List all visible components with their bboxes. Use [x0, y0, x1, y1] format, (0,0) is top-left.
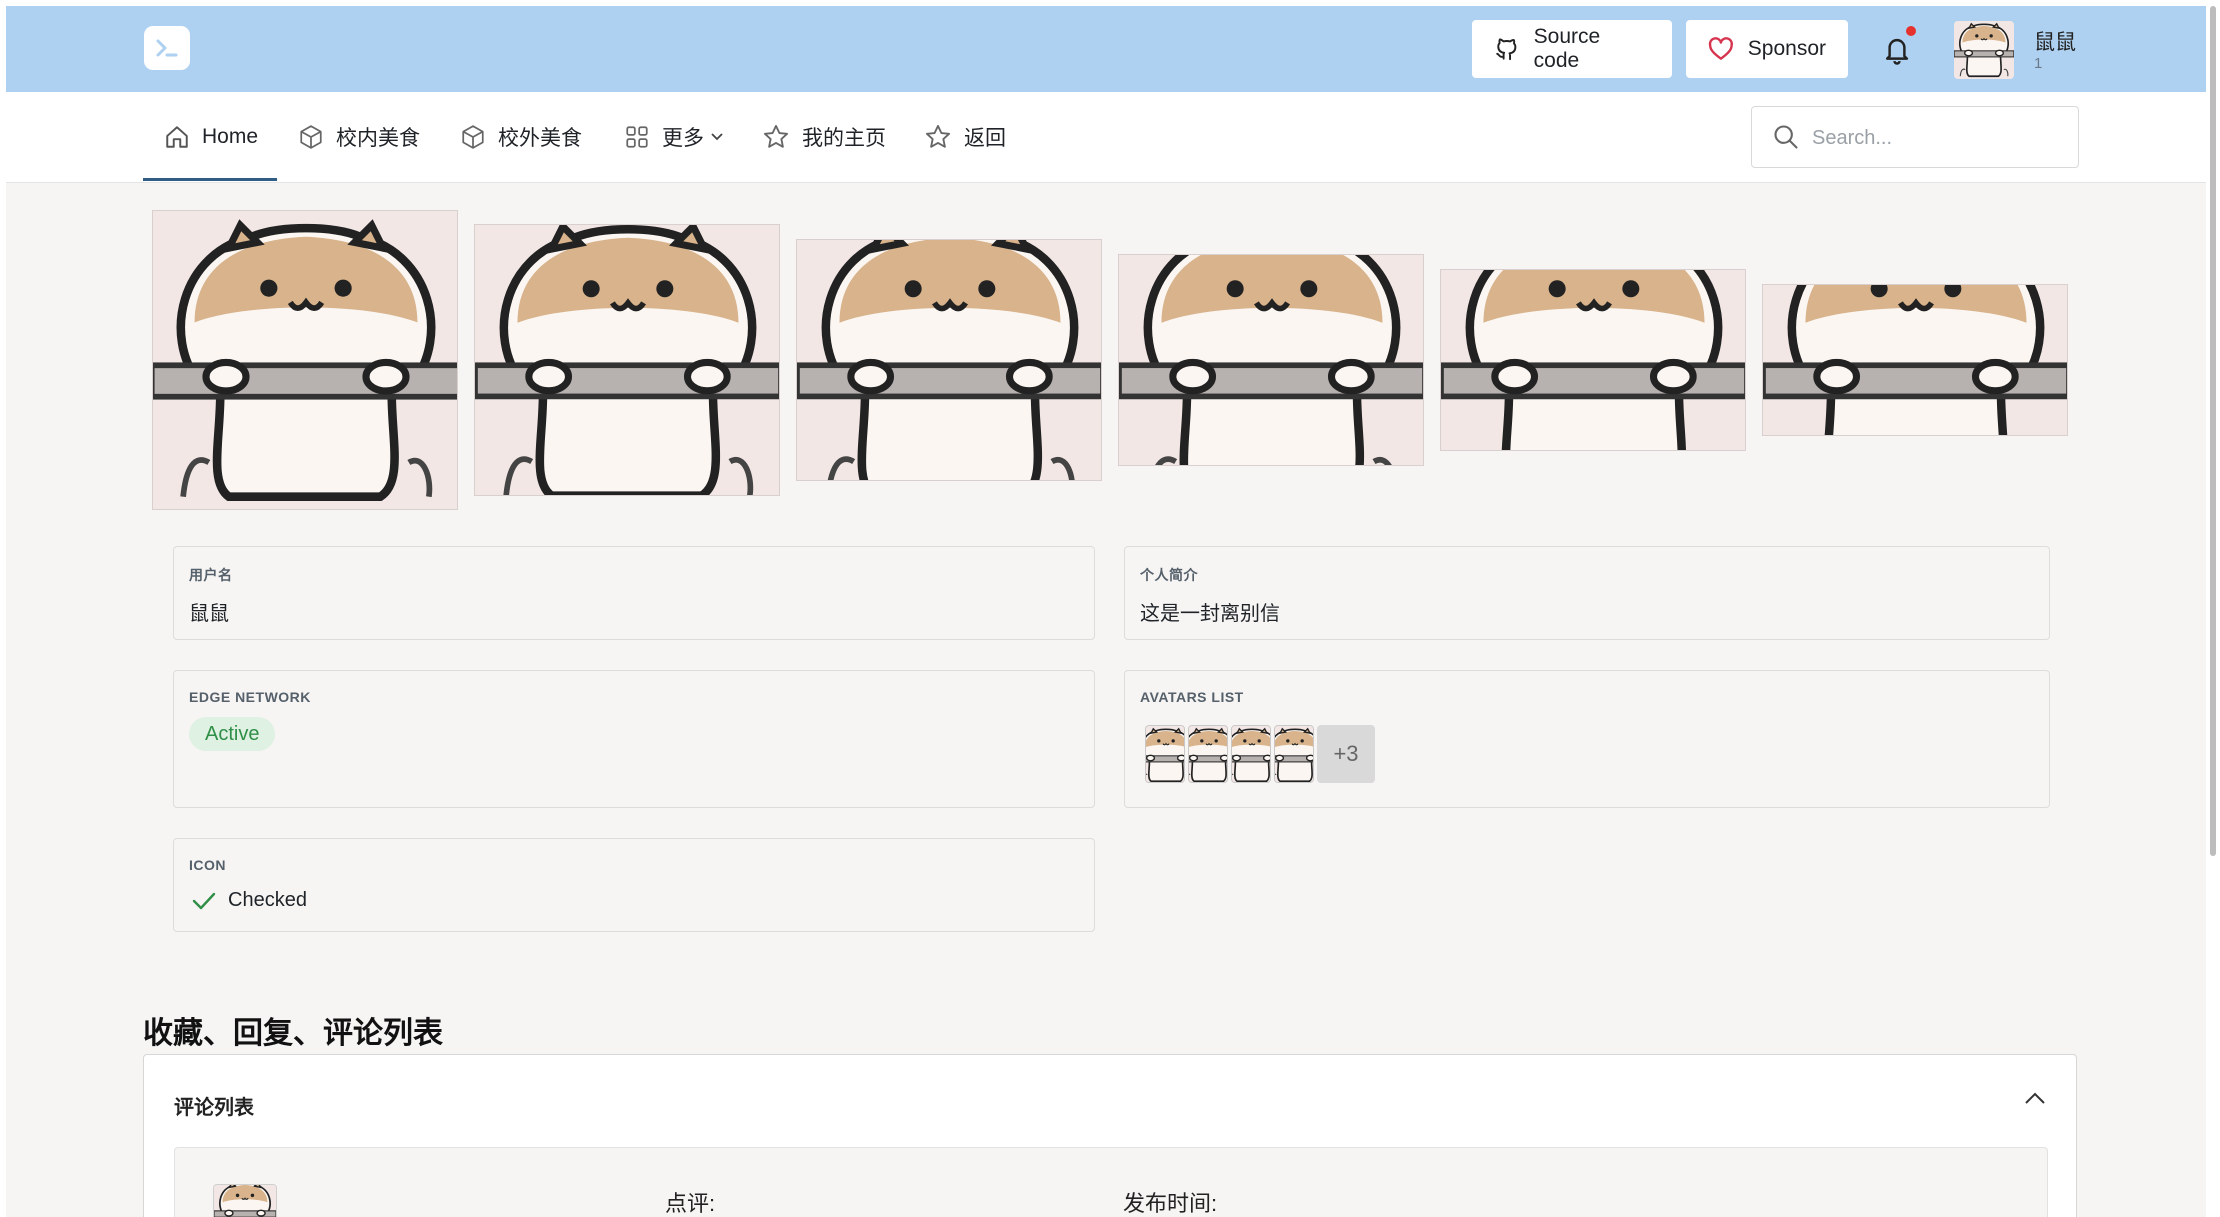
bio-value: 这是一封离别信	[1140, 603, 1280, 625]
nav-item-label: 校内美食	[336, 127, 420, 150]
nav-item-label: 更多	[662, 127, 704, 150]
publish-time-label: 发布时间:	[1123, 1191, 1218, 1216]
nav-item-label: Home	[202, 125, 259, 148]
more-avatars-badge[interactable]: +3	[1317, 725, 1375, 783]
top-header: Source code Sponsor 鼠鼠 1	[6, 6, 2206, 92]
avatars-list-card: AVATARS LIST +3	[1124, 670, 2050, 808]
search-input[interactable]	[1810, 120, 2064, 156]
user-name: 鼠鼠	[2034, 31, 2076, 54]
user-sub-label: 1	[2034, 55, 2043, 72]
notification-dot	[1906, 26, 1916, 36]
source-code-button[interactable]: Source code	[1472, 20, 1672, 78]
chevron-down-icon	[711, 133, 723, 141]
edge-network-card: EDGE NETWORK Active	[173, 670, 1095, 808]
home-icon	[166, 126, 188, 148]
avatar[interactable]	[1274, 725, 1314, 783]
checked-label: Checked	[228, 889, 307, 911]
avatar[interactable]	[213, 1184, 277, 1217]
status-badge: Active	[189, 717, 276, 751]
nav-item-label: 我的主页	[802, 127, 886, 150]
icon-card: ICON Checked	[173, 838, 1095, 932]
bio-label: 个人简介	[1140, 567, 1198, 583]
gallery-image[interactable]	[1762, 284, 2068, 436]
search-box[interactable]	[1751, 106, 2079, 168]
avatar[interactable]	[1145, 725, 1185, 783]
username-card: 用户名 鼠鼠	[173, 546, 1095, 640]
search-icon	[1774, 125, 1798, 149]
gallery-image[interactable]	[152, 210, 458, 510]
chevron-up-icon[interactable]	[2024, 1091, 2046, 1105]
avatar[interactable]	[1954, 21, 2014, 79]
main-nav: Home 校内美食 校外美食 更多 我的主页 返回	[6, 92, 2206, 183]
nav-item-label: 校外美食	[498, 127, 582, 150]
comment-list-panel: 评论列表 点评: 发布时间:	[143, 1054, 2077, 1217]
username-label: 用户名	[189, 567, 233, 583]
terminal-icon	[156, 39, 178, 57]
github-icon	[1496, 38, 1517, 61]
nav-item-offcampus-food[interactable]: 校外美食	[460, 92, 582, 182]
section-title: 收藏、回复、评论列表	[143, 1017, 443, 1050]
gallery-image[interactable]	[1118, 254, 1424, 466]
cube-icon	[462, 125, 484, 149]
check-icon	[192, 892, 216, 909]
comment-item: 点评: 发布时间:	[174, 1147, 2048, 1217]
app-frame: Source code Sponsor 鼠鼠 1 Home 校内美食 校外美食 …	[6, 6, 2206, 1217]
nav-item-label: 返回	[964, 127, 1006, 150]
gallery-image[interactable]	[1440, 269, 1746, 451]
grid-icon	[626, 126, 648, 148]
icon-label: ICON	[189, 857, 226, 873]
review-label: 点评:	[665, 1191, 716, 1216]
nav-item-home[interactable]: Home	[164, 92, 258, 182]
gallery-image[interactable]	[796, 239, 1102, 481]
nav-active-indicator	[143, 178, 277, 181]
sponsor-label: Sponsor	[1747, 37, 1826, 60]
nav-item-more[interactable]: 更多	[624, 92, 724, 182]
avatars-list-label: AVATARS LIST	[1140, 689, 1244, 705]
nav-item-back[interactable]: 返回	[924, 92, 1006, 182]
bell-icon[interactable]	[1882, 34, 1912, 66]
sponsor-button[interactable]: Sponsor	[1686, 20, 1848, 78]
avatar-group: +3	[1145, 725, 1375, 783]
avatar[interactable]	[1231, 725, 1271, 783]
checked-status: Checked	[192, 889, 307, 912]
scrollbar[interactable]	[2210, 6, 2216, 856]
star-icon	[925, 124, 951, 148]
gallery-image[interactable]	[474, 224, 780, 496]
avatar[interactable]	[1188, 725, 1228, 783]
nav-item-my-home[interactable]: 我的主页	[762, 92, 886, 182]
source-code-label: Source code	[1533, 25, 1601, 72]
username-value: 鼠鼠	[189, 603, 229, 625]
star-icon	[763, 124, 789, 148]
edge-network-label: EDGE NETWORK	[189, 689, 311, 705]
heart-icon	[1708, 37, 1733, 60]
app-logo[interactable]	[144, 26, 190, 70]
nav-item-campus-food[interactable]: 校内美食	[298, 92, 420, 182]
cube-icon	[300, 125, 322, 149]
bio-card: 个人简介 这是一封离别信	[1124, 546, 2050, 640]
panel-title[interactable]: 评论列表	[174, 1091, 254, 1120]
